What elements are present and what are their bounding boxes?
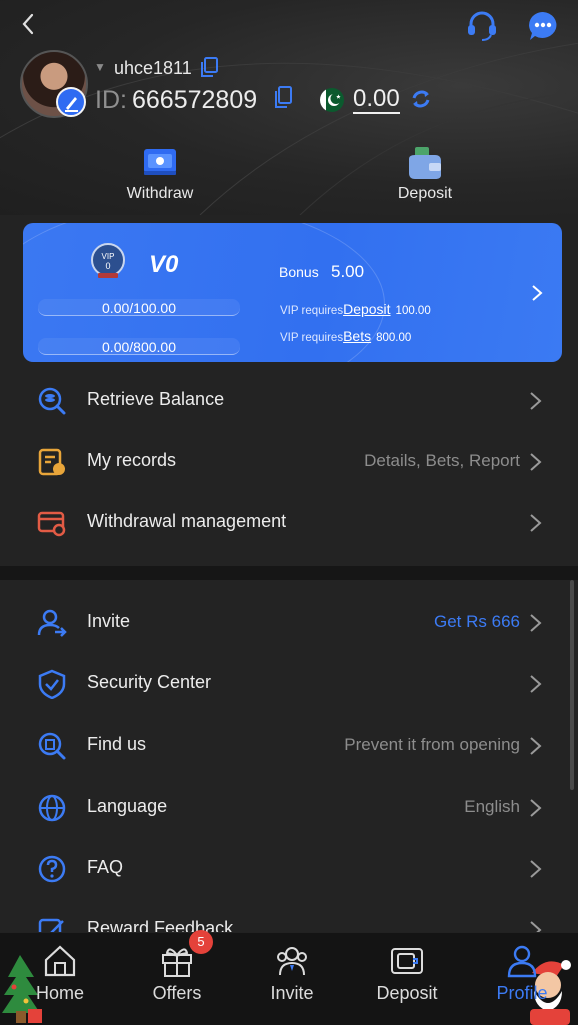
menu-right-text: Get Rs 666 <box>434 612 520 631</box>
back-button[interactable] <box>14 10 42 38</box>
menu-label: FAQ <box>87 857 124 877</box>
pencil-icon <box>65 97 78 112</box>
id-label: ID: <box>95 86 127 114</box>
chevron-right-icon <box>530 860 542 878</box>
menu-label: Retrieve Balance <box>87 389 225 409</box>
headset-icon <box>468 11 496 41</box>
nav-invite[interactable]: Invite <box>237 933 347 1025</box>
requirement-prefix: VIP requires <box>280 305 344 317</box>
gift-icon <box>162 948 192 977</box>
copy-id-button[interactable] <box>274 86 292 108</box>
menu-row-invite[interactable]: Invite Get Rs 666 <box>0 592 578 653</box>
bets-required-amount: 800.00 <box>376 332 412 344</box>
copy-icon <box>201 57 218 77</box>
menu-row-security-center[interactable]: Security Center <box>0 653 578 714</box>
chat-bubble-icon <box>529 12 557 40</box>
wallet-icon <box>409 147 441 179</box>
caret-down-icon: ▼ <box>94 60 106 74</box>
find-us-icon <box>38 732 66 760</box>
nav-label: Profile <box>496 983 548 1003</box>
vip-card[interactable]: VIP 0 V0 0.00/100.00 0.00/800.00 Bonus 5… <box>23 223 562 362</box>
nav-label: Invite <box>270 983 314 1003</box>
menu-row-retrieve-balance[interactable]: Retrieve Balance <box>0 370 578 431</box>
deposit-progress: 0.00/100.00 <box>38 299 240 316</box>
chevron-right-icon <box>530 737 542 755</box>
chevron-right-icon <box>530 453 542 471</box>
globe-icon <box>38 794 66 822</box>
menu-row-withdrawal-management[interactable]: Withdrawal management <box>0 492 578 553</box>
menu-label: Security Center <box>87 672 212 692</box>
menu-row-my-records[interactable]: My records Details, Bets, Report <box>0 431 578 492</box>
profile-icon <box>507 945 537 978</box>
chevron-right-icon <box>532 285 543 301</box>
withdraw-icon <box>144 149 176 175</box>
withdrawal-management-icon <box>37 511 66 537</box>
menu-right-text: English <box>464 797 520 816</box>
nav-label: Home <box>35 983 84 1003</box>
deposit-icon <box>391 948 423 974</box>
menu-label: Invite <box>87 611 131 631</box>
vip-level: V0 <box>149 251 179 278</box>
menu-label: Language <box>87 796 168 816</box>
refresh-icon <box>412 90 430 108</box>
section-divider <box>0 566 578 580</box>
menu-right-text: Details, Bets, Report <box>364 451 520 470</box>
bets-progress: 0.00/800.00 <box>38 338 240 355</box>
chevron-right-icon <box>530 799 542 817</box>
nav-home[interactable]: Home <box>5 933 115 1025</box>
deposit-button[interactable]: Deposit <box>365 145 485 203</box>
deposit-requirement: VIP requiresDeposit 100.00 <box>280 301 431 317</box>
edit-avatar-button[interactable] <box>56 87 86 117</box>
vip-badge-number: 0 <box>105 261 110 271</box>
menu-row-find-us[interactable]: Find us Prevent it from opening <box>0 715 578 776</box>
menu-label: Withdrawal management <box>87 511 287 531</box>
menu-row-language[interactable]: Language English <box>0 777 578 838</box>
menu-right-text: Prevent it from opening <box>344 735 520 754</box>
deposit-link[interactable]: Deposit <box>343 301 390 317</box>
chevron-left-icon <box>22 13 34 35</box>
shield-icon <box>38 669 66 699</box>
pakistan-flag-icon <box>320 88 344 112</box>
user-id: 666572809 <box>132 86 258 114</box>
nav-label: Deposit <box>376 983 438 1003</box>
withdraw-label: Withdraw <box>126 185 194 202</box>
records-icon <box>38 448 65 476</box>
chevron-right-icon <box>530 675 542 693</box>
withdraw-button[interactable]: Withdraw <box>100 145 220 203</box>
deposit-label: Deposit <box>397 185 453 202</box>
menu-label: Find us <box>87 734 147 754</box>
copy-username-button[interactable] <box>200 57 218 77</box>
retrieve-balance-icon <box>38 387 66 415</box>
offers-badge: 5 <box>189 930 213 954</box>
chevron-right-icon <box>530 392 542 410</box>
username: uhce1811 <box>114 58 192 78</box>
bonus-label: Bonus <box>279 264 319 280</box>
chevron-right-icon <box>530 614 542 632</box>
invite-icon <box>277 947 307 976</box>
messages-button[interactable] <box>527 10 559 42</box>
scrollbar[interactable] <box>570 580 574 790</box>
bets-requirement: VIP requiresBets 800.00 <box>280 328 411 344</box>
nav-profile[interactable]: Profile <box>467 933 577 1025</box>
menu-row-faq[interactable]: FAQ <box>0 838 578 899</box>
bonus-value: 5.00 <box>331 262 365 281</box>
nav-label: Offers <box>152 983 202 1003</box>
invite-user-icon <box>37 609 67 637</box>
refresh-balance-button[interactable] <box>410 88 432 110</box>
home-icon <box>44 945 76 977</box>
bottom-nav: Home Offers Invite Deposit Profile <box>0 932 578 1025</box>
chevron-right-icon <box>530 514 542 532</box>
deposit-required-amount: 100.00 <box>395 305 431 317</box>
nav-deposit[interactable]: Deposit <box>352 933 462 1025</box>
bets-link[interactable]: Bets <box>343 328 371 344</box>
balance-amount: 0.00 <box>353 85 400 114</box>
customer-service-button[interactable] <box>465 8 499 42</box>
requirement-prefix: VIP requires <box>280 332 344 344</box>
nav-offers[interactable]: Offers <box>122 933 232 1025</box>
vip-badge-icon: VIP 0 <box>89 242 127 280</box>
menu-label: My records <box>87 450 177 470</box>
question-icon <box>38 855 66 883</box>
copy-icon <box>275 86 292 108</box>
vip-badge-text: VIP <box>102 252 115 261</box>
